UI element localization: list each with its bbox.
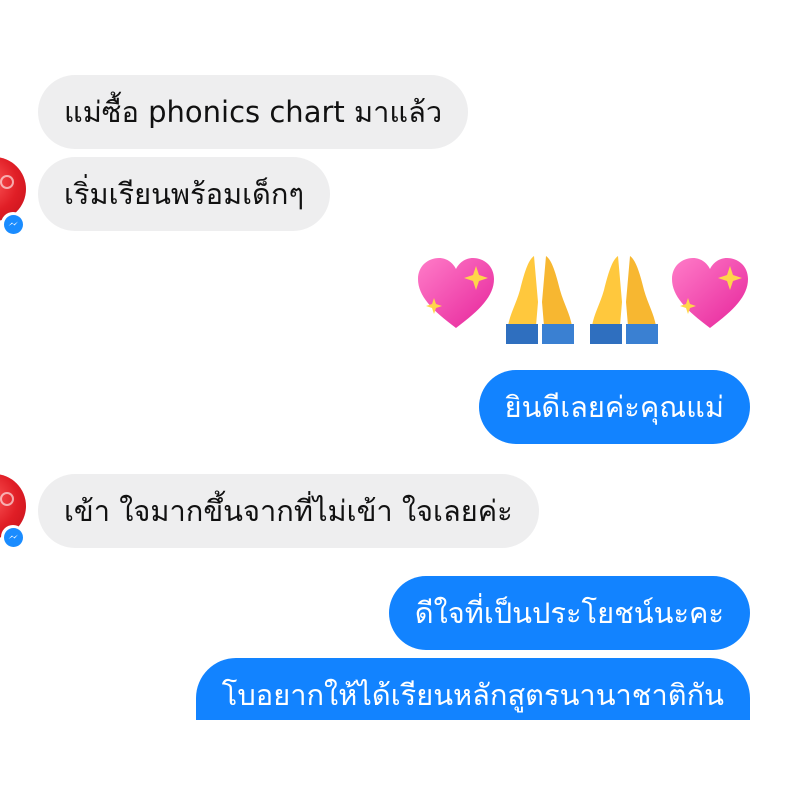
message-bubble-sent[interactable]: ยินดีเลยค่ะคุณแม่ — [478, 370, 750, 444]
messenger-badge-icon — [1, 525, 25, 549]
message-text: ยินดีเลยค่ะคุณแม่ — [504, 390, 724, 424]
sparkling-heart-icon — [672, 258, 748, 328]
message-bubble-sent[interactable]: โบอยากให้ได้เรียนหลักสูตรนานาชาติกัน — [195, 658, 750, 720]
folded-hands-icon — [590, 256, 658, 344]
message-bubble-received[interactable]: เริ่มเรียนพร้อมเด็กๆ — [38, 157, 331, 231]
message-bubble-received[interactable]: แม่ซื้อ phonics chart มาแล้ว — [38, 75, 469, 149]
sparkling-heart-icon — [418, 258, 494, 328]
message-text: เริ่มเรียนพร้อมเด็กๆ — [64, 177, 305, 211]
emoji-message[interactable] — [414, 252, 754, 344]
message-text: ดีใจที่เป็นประโยชน์นะคะ — [414, 596, 724, 630]
message-text: เข้า ใจมากขึ้นจากที่ไม่เข้า ใจเลยค่ะ — [64, 494, 513, 528]
message-text: โบอยากให้ได้เรียนหลักสูตรนานาชาติกัน — [221, 678, 724, 712]
folded-hands-icon — [506, 256, 574, 344]
message-bubble-received[interactable]: เข้า ใจมากขึ้นจากที่ไม่เข้า ใจเลยค่ะ — [38, 474, 539, 548]
messenger-badge-icon — [1, 212, 25, 236]
message-bubble-sent[interactable]: ดีใจที่เป็นประโยชน์นะคะ — [388, 576, 750, 650]
message-text: แม่ซื้อ phonics chart มาแล้ว — [64, 95, 443, 129]
